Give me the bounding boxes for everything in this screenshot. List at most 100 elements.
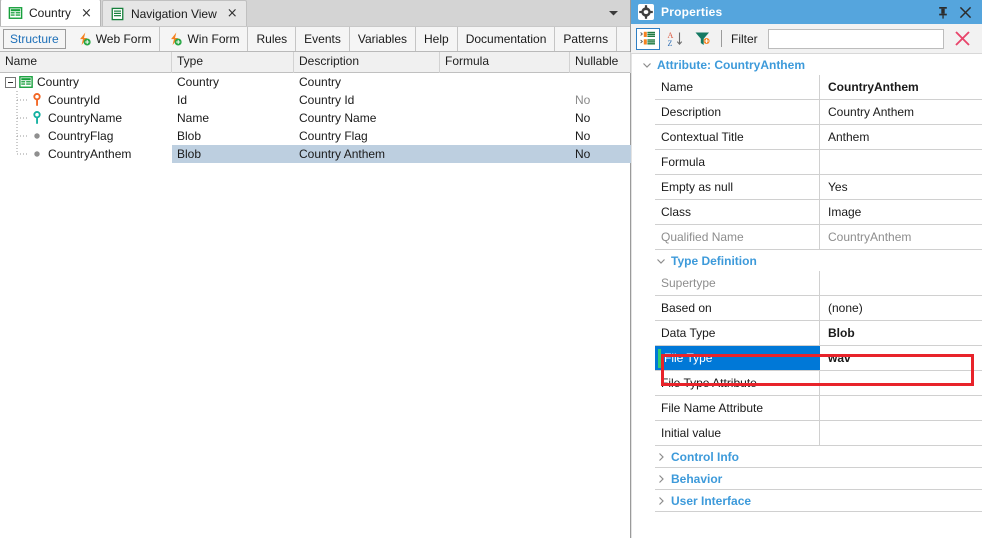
property-row-file-type[interactable]: File Type wav	[655, 346, 982, 371]
table-row[interactable]: CountryAnthem Blob Country Anthem No	[0, 145, 631, 163]
sub-tab-rules[interactable]: Rules	[248, 27, 297, 51]
property-row-formula[interactable]: Formula	[655, 150, 982, 175]
table-row[interactable]: CountryFlag Blob Country Flag No	[0, 127, 631, 145]
sub-tab-win-form[interactable]: Win Form	[160, 27, 249, 51]
filter-toggle-button[interactable]	[690, 28, 714, 50]
category-behavior[interactable]: Behavior	[632, 468, 982, 489]
sub-tab-patterns[interactable]: Patterns	[555, 27, 618, 51]
property-row-file-type-attribute[interactable]: File Type Attribute	[655, 371, 982, 396]
cell-formula	[440, 109, 570, 127]
table-row[interactable]: Country Country Country	[0, 73, 631, 91]
property-value[interactable]	[820, 396, 982, 420]
property-key: Data Type	[655, 321, 820, 345]
category-label: Attribute: CountryAnthem	[657, 57, 805, 72]
selection-caret-icon	[658, 349, 661, 368]
node-label: CountryId	[48, 93, 101, 107]
toolbar-separator	[721, 30, 722, 47]
funnel-icon	[695, 32, 710, 45]
property-value[interactable]: (none)	[820, 296, 982, 320]
lightning-plus-icon	[171, 32, 183, 46]
clear-x-icon	[954, 31, 970, 46]
tree-line-icon	[16, 109, 28, 127]
column-header-formula[interactable]: Formula	[440, 52, 570, 73]
pin-button[interactable]	[932, 1, 954, 23]
property-key-label: File Type	[664, 351, 713, 365]
property-value[interactable]: Blob	[820, 321, 982, 345]
property-row-empty-as-null[interactable]: Empty as null Yes	[655, 175, 982, 200]
property-row-file-name-attribute[interactable]: File Name Attribute	[655, 396, 982, 421]
filter-input[interactable]	[767, 28, 944, 49]
property-row-initial-value[interactable]: Initial value	[655, 421, 982, 446]
table-row[interactable]: CountryName Name Country Name No	[0, 109, 631, 127]
tab-close-icon[interactable]: ×	[227, 7, 238, 20]
properties-panel: Properties A Z Filter Attribute: Country…	[631, 0, 982, 538]
sub-tab-structure[interactable]: Structure	[3, 29, 66, 49]
cell-nullable: No	[575, 111, 591, 125]
category-control-info[interactable]: Control Info	[632, 446, 982, 467]
expand-collapse-icon[interactable]	[5, 76, 16, 88]
property-row-based-on[interactable]: Based on (none)	[655, 296, 982, 321]
category-label: User Interface	[671, 493, 752, 508]
property-value[interactable]	[820, 371, 982, 395]
cell-formula	[440, 91, 570, 109]
tab-navigation-view[interactable]: Navigation View ×	[101, 0, 247, 26]
cell-nullable: No	[570, 145, 631, 163]
sub-tab-label: Events	[304, 32, 341, 46]
sub-tab-label: Web Form	[95, 32, 152, 46]
sub-tab-variables[interactable]: Variables	[350, 27, 416, 51]
property-row-data-type[interactable]: Data Type Blob	[655, 321, 982, 346]
category-type-definition[interactable]: Type Definition	[632, 250, 982, 271]
attribute-dot-icon	[34, 151, 40, 157]
property-value[interactable]: Image	[820, 200, 982, 224]
column-header-nullable[interactable]: Nullable	[570, 52, 631, 73]
chevron-down-icon	[657, 258, 665, 264]
column-header-description[interactable]: Description	[294, 52, 440, 73]
property-row-name[interactable]: Name CountryAnthem	[655, 75, 982, 100]
cell-type: Blob	[177, 129, 202, 143]
cell-description: Country Name	[299, 111, 377, 125]
property-key: File Type	[655, 346, 820, 370]
close-button[interactable]	[954, 1, 976, 23]
sub-tab-label: Structure	[10, 32, 59, 46]
property-value[interactable]	[820, 150, 982, 174]
chevron-right-icon	[659, 496, 664, 505]
property-value	[820, 271, 982, 295]
property-key: Class	[655, 200, 820, 224]
sub-tab-label: Win Form	[187, 32, 240, 46]
chevron-right-icon	[659, 452, 664, 461]
property-value[interactable]: Country Anthem	[820, 100, 982, 124]
node-label: CountryName	[48, 111, 123, 125]
table-row[interactable]: CountryId Id Country Id No	[0, 91, 631, 109]
sub-tab-label: Patterns	[563, 32, 609, 46]
cell-description: Country	[299, 75, 342, 89]
property-key: Based on	[655, 296, 820, 320]
property-row-description[interactable]: Description Country Anthem	[655, 100, 982, 125]
sub-tab-events[interactable]: Events	[296, 27, 350, 51]
property-value[interactable]: Anthem	[820, 125, 982, 149]
property-value: CountryAnthem	[828, 230, 912, 244]
property-value[interactable]	[820, 421, 982, 445]
tree-line-icon	[16, 145, 28, 155]
column-header-name[interactable]: Name	[0, 52, 172, 73]
filter-clear-button[interactable]	[950, 28, 974, 50]
properties-body: Attribute: CountryAnthem Name CountryAnt…	[631, 54, 982, 538]
tab-overflow-button[interactable]	[602, 4, 624, 22]
column-header-type[interactable]: Type	[172, 52, 294, 73]
sub-tab-documentation[interactable]: Documentation	[458, 27, 556, 51]
category-user-interface[interactable]: User Interface	[632, 490, 982, 511]
tab-country[interactable]: Country ×	[0, 0, 101, 26]
property-row-contextual-title[interactable]: Contextual Title Anthem	[655, 125, 982, 150]
tab-close-icon[interactable]: ×	[81, 7, 92, 20]
cell-nullable: No	[575, 129, 591, 143]
property-value[interactable]: CountryAnthem	[820, 75, 982, 99]
sub-tab-web-form[interactable]: Web Form	[69, 27, 161, 51]
categorized-view-button[interactable]	[636, 27, 660, 50]
category-attribute-countryanthem[interactable]: Attribute: CountryAnthem	[632, 54, 982, 75]
cell-type: Blob	[172, 145, 294, 163]
sort-alphabetical-button[interactable]: A Z	[663, 28, 687, 50]
property-value[interactable]: Yes	[820, 175, 982, 199]
property-value[interactable]: wav	[820, 346, 982, 370]
sub-tab-help[interactable]: Help	[416, 27, 458, 51]
property-row-class[interactable]: Class Image	[655, 200, 982, 225]
